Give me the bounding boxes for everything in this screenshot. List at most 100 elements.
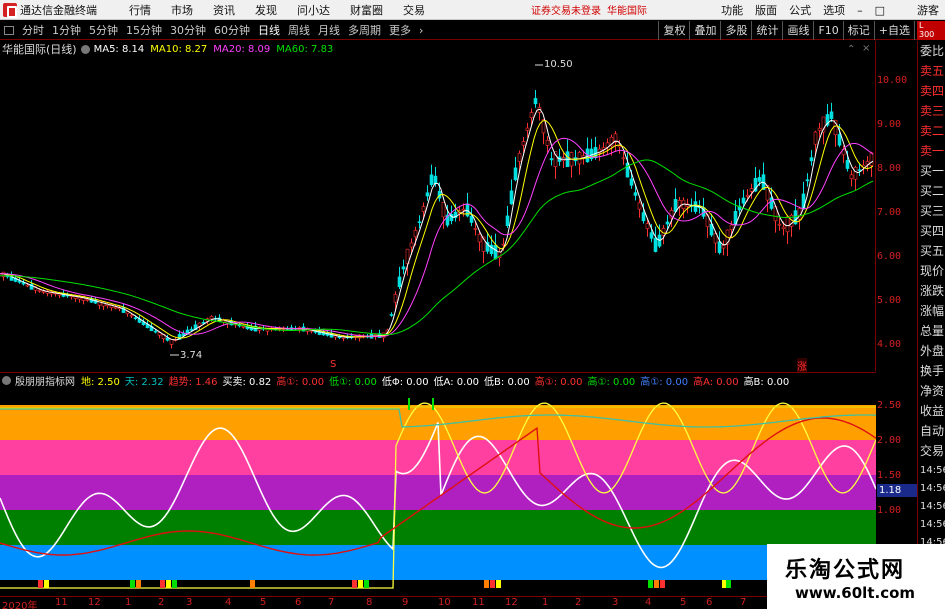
candle-body bbox=[153, 330, 158, 333]
stock-link[interactable]: 华能国际 bbox=[607, 2, 647, 17]
price-chart-panel[interactable]: 华能国际(日线) MA5: 8.14 MA10: 8.27 MA20: 8.09… bbox=[0, 41, 876, 373]
candle-body bbox=[813, 131, 818, 145]
candle-body bbox=[745, 194, 750, 197]
candle-body bbox=[493, 244, 498, 260]
menu-wealth[interactable]: 财富圈 bbox=[340, 2, 393, 18]
ytick: 5.00 bbox=[877, 295, 902, 306]
signal-block bbox=[130, 580, 135, 588]
period-30min[interactable]: 30分钟 bbox=[166, 22, 210, 38]
ma20-label: MA20: 8.09 bbox=[213, 43, 271, 55]
candle-body bbox=[633, 192, 638, 196]
minimize-icon[interactable]: – bbox=[851, 4, 869, 17]
indicator-value: 低①: 0.00 bbox=[329, 377, 377, 388]
tool-f10[interactable]: F10 bbox=[813, 21, 842, 40]
close-panel-icon[interactable]: × bbox=[862, 43, 870, 54]
menu-function[interactable]: 功能 bbox=[715, 2, 749, 18]
settings-dot-icon[interactable] bbox=[80, 44, 90, 54]
candle-body bbox=[473, 228, 478, 230]
ma10-label: MA10: 8.27 bbox=[150, 43, 208, 55]
tool-adjust[interactable]: 复权 bbox=[658, 21, 689, 40]
candle-body bbox=[241, 326, 246, 328]
signal-block bbox=[38, 580, 43, 588]
side-item: 买三 bbox=[920, 204, 945, 218]
candle-body bbox=[129, 314, 134, 317]
indicator-settings-icon[interactable] bbox=[2, 376, 11, 385]
chevron-right-icon[interactable]: › bbox=[415, 24, 427, 37]
candle-body bbox=[673, 198, 678, 212]
period-15min[interactable]: 15分钟 bbox=[122, 22, 166, 38]
side-item: 现价 bbox=[920, 264, 945, 278]
indicator-value: 趋势: 1.46 bbox=[168, 377, 218, 388]
candle-body bbox=[209, 316, 214, 320]
maximize-icon[interactable]: □ bbox=[869, 4, 891, 17]
candle-body bbox=[389, 314, 394, 316]
candle-body bbox=[853, 167, 858, 180]
ind-ytick: 2.50 bbox=[877, 400, 902, 411]
period-daily[interactable]: 日线 bbox=[254, 22, 284, 38]
period-toolbar: 分时 1分钟 5分钟 15分钟 30分钟 60分钟 日线 周线 月线 多周期 更… bbox=[0, 21, 945, 40]
menu-news[interactable]: 资讯 bbox=[203, 2, 245, 18]
tool-mark[interactable]: 标记 bbox=[842, 21, 874, 40]
tool-overlay[interactable]: 叠加 bbox=[689, 21, 720, 40]
indicator-title[interactable]: 殷朋朋指标网 bbox=[15, 373, 75, 388]
ind-ytick: 1.00 bbox=[877, 505, 902, 516]
tool-stats[interactable]: 统计 bbox=[751, 21, 782, 40]
candle-body bbox=[545, 139, 550, 146]
candle-body bbox=[461, 208, 466, 211]
stock-title: 华能国际(日线) bbox=[2, 43, 77, 56]
tool-draw[interactable]: 画线 bbox=[782, 21, 813, 40]
indicator-value: 低B: 0.00 bbox=[484, 377, 530, 388]
menu-bar: 通达信金融终端 行情 市场 资讯 发现 问小达 财富圈 交易 证券交易未登录 华… bbox=[0, 0, 945, 20]
candle-body bbox=[645, 223, 650, 229]
menu-market[interactable]: 市场 bbox=[161, 2, 203, 18]
x-tick: 5 bbox=[260, 597, 267, 608]
candle-body bbox=[517, 152, 522, 162]
period-1min[interactable]: 1分钟 bbox=[48, 22, 85, 38]
signal-block bbox=[160, 580, 165, 588]
chevron-up-icon[interactable]: ⌃ bbox=[847, 44, 855, 55]
menu-discover[interactable]: 发现 bbox=[245, 2, 287, 18]
signal-tick bbox=[432, 398, 434, 410]
indicator-value: 低A: 0.00 bbox=[433, 377, 480, 388]
period-multi[interactable]: 多周期 bbox=[344, 22, 385, 38]
signal-block bbox=[250, 580, 255, 588]
indicator-value: 高①: 0.00 bbox=[276, 377, 325, 388]
x-tick: 6 bbox=[706, 597, 713, 608]
ind-ytick: 1.50 bbox=[877, 470, 902, 481]
period-more[interactable]: 更多 bbox=[385, 22, 415, 38]
menu-quotes[interactable]: 行情 bbox=[119, 2, 161, 18]
side-item: 14:56 bbox=[920, 519, 945, 530]
indicator-value: 天: 2.32 bbox=[124, 377, 164, 388]
period-monthly[interactable]: 月线 bbox=[314, 22, 344, 38]
x-tick: 1 bbox=[125, 597, 132, 608]
menu-layout[interactable]: 版面 bbox=[749, 2, 783, 18]
period-tick[interactable]: 分时 bbox=[18, 22, 48, 38]
guest-label[interactable]: 游客 bbox=[911, 2, 945, 18]
menu-options[interactable]: 选项 bbox=[817, 2, 851, 18]
indicator-panel[interactable] bbox=[0, 388, 876, 596]
ytick: 8.00 bbox=[877, 163, 902, 174]
x-tick: 10 bbox=[438, 597, 451, 608]
signal-s-mark: S bbox=[330, 359, 337, 370]
tool-add-watchlist[interactable]: +自选 bbox=[873, 21, 914, 40]
login-warning[interactable]: 证券交易未登录 bbox=[531, 2, 601, 17]
price-chart[interactable] bbox=[0, 41, 876, 371]
indicator-current-value: 1.18 bbox=[877, 484, 917, 497]
side-item: 卖四 bbox=[920, 84, 945, 98]
menu-ask[interactable]: 问小达 bbox=[287, 2, 340, 18]
quote-side-panel: 委比 卖五 卖四 卖三 卖二 卖一 买一 买二 买三 买四 买五 现价 涨跌 涨幅 总量 外盘 换手 净资 收益 自动… bbox=[917, 41, 945, 609]
candle-body bbox=[37, 289, 42, 292]
watermark-box: 乐淘公式网 www.60lt.com bbox=[767, 544, 945, 609]
candle-body bbox=[413, 230, 418, 238]
candle-body bbox=[749, 188, 754, 192]
menu-trade[interactable]: 交易 bbox=[393, 2, 435, 18]
tool-multistock[interactable]: 多股 bbox=[720, 21, 751, 40]
period-5min[interactable]: 5分钟 bbox=[85, 22, 122, 38]
screenshot-icon[interactable] bbox=[4, 25, 14, 35]
candle-body bbox=[393, 294, 398, 303]
period-60min[interactable]: 60分钟 bbox=[210, 22, 254, 38]
menu-formula[interactable]: 公式 bbox=[783, 2, 817, 18]
indicator-chart[interactable] bbox=[0, 388, 876, 596]
period-weekly[interactable]: 周线 bbox=[284, 22, 314, 38]
candle-body bbox=[513, 167, 518, 181]
